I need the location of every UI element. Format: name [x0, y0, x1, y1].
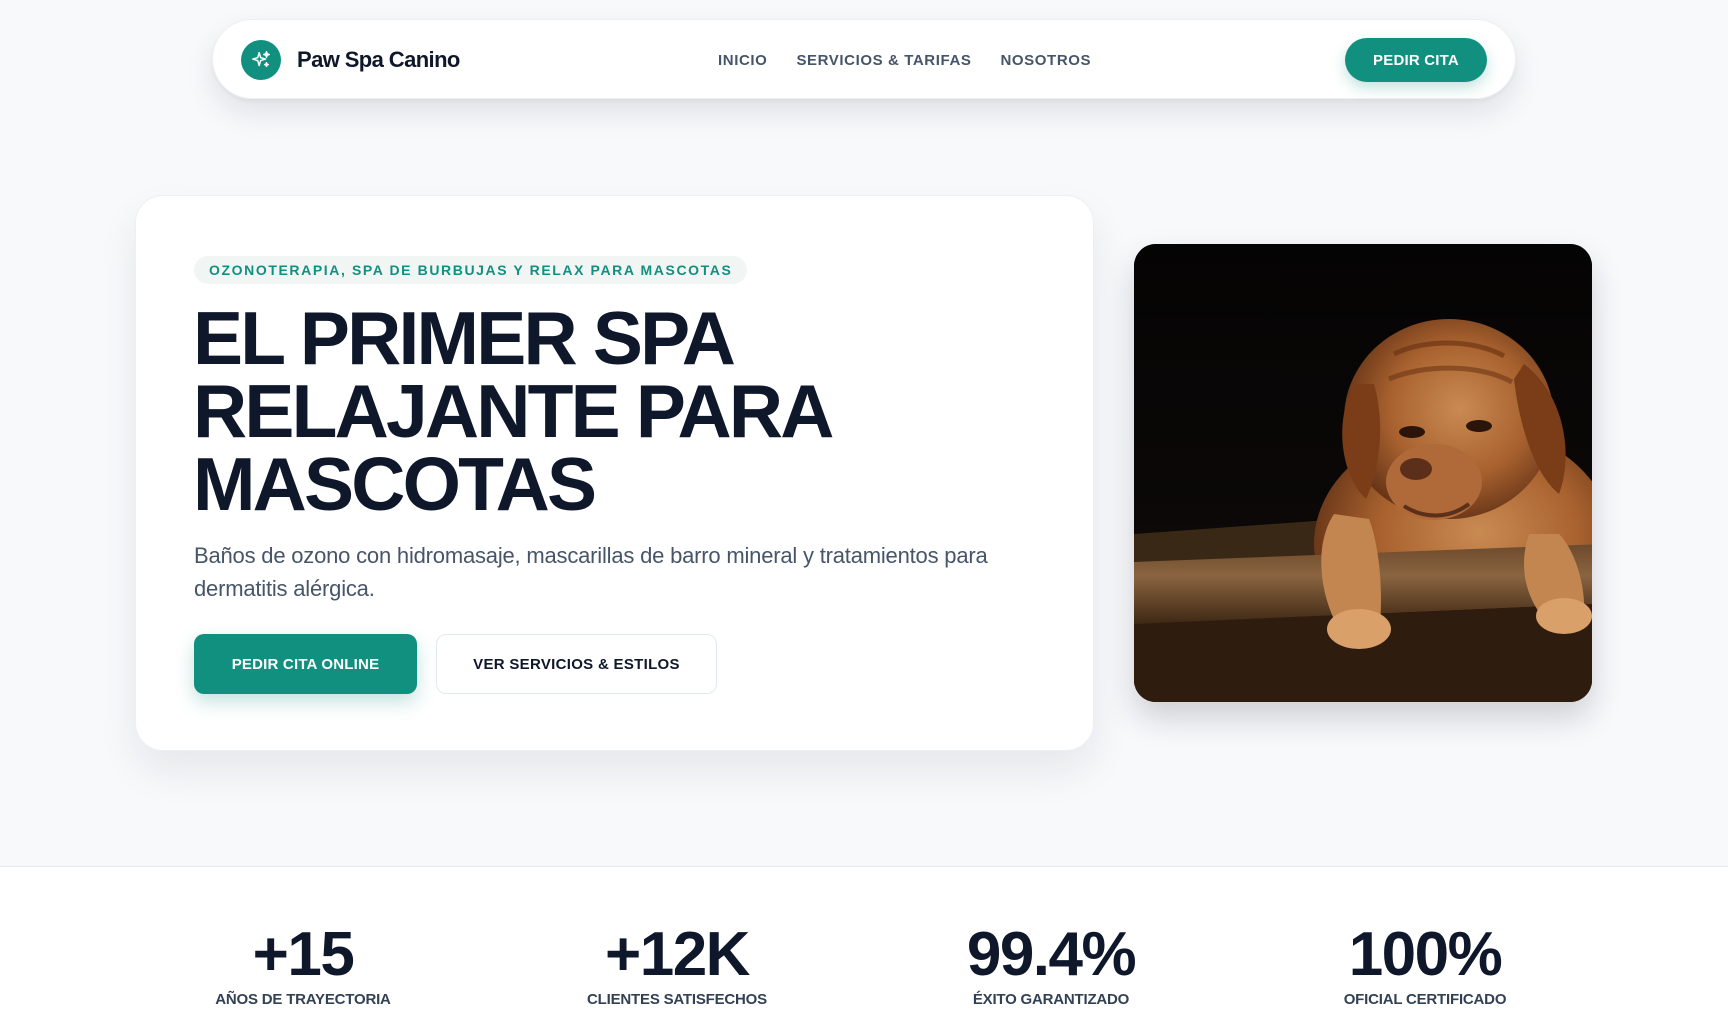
- stat-certified: 100% OFICIAL CERTIFICADO: [1275, 920, 1575, 1009]
- hero-eyebrow-badge: OZONOTERAPIA, SPA DE BURBUJAS Y RELAX PA…: [194, 256, 748, 284]
- stat-value: +12K: [605, 920, 750, 989]
- nav-link-inicio[interactable]: INICIO: [718, 52, 767, 69]
- stat-years: +15 AÑOS DE TRAYECTORIA: [153, 920, 453, 1009]
- stat-label: CLIENTES SATISFECHOS: [587, 991, 767, 1008]
- view-services-button[interactable]: VER SERVICIOS & ESTILOS: [436, 634, 717, 694]
- hero-title: EL PRIMER SPA RELAJANTE PARA MASCOTAS: [193, 296, 913, 526]
- puppy-photo: [1134, 244, 1592, 702]
- hero-title-line: MASCOTAS: [193, 442, 597, 526]
- stat-clients: +12K CLIENTES SATISFECHOS: [527, 920, 827, 1009]
- book-online-button[interactable]: PEDIR CITA ONLINE: [194, 634, 417, 694]
- main-nav: INICIO SERVICIOS & TARIFAS NOSOTROS: [718, 20, 1120, 100]
- stat-success: 99.4% ÉXITO GARANTIZADO: [901, 920, 1201, 1009]
- top-navbar: Paw Spa Canino INICIO SERVICIOS & TARIFA…: [212, 19, 1516, 99]
- brand-name: Paw Spa Canino: [297, 47, 460, 72]
- stats-band: +15 AÑOS DE TRAYECTORIA +12K CLIENTES SA…: [0, 867, 1728, 1020]
- nav-link-nosotros[interactable]: NOSOTROS: [1000, 52, 1091, 69]
- stat-value: 99.4%: [966, 920, 1137, 989]
- nav-book-appointment-button[interactable]: PEDIR CITA: [1345, 38, 1487, 82]
- nav-link-servicios-tarifas[interactable]: SERVICIOS & TARIFAS: [796, 52, 971, 69]
- brand-logo[interactable]: Paw Spa Canino: [241, 40, 460, 80]
- sparkles-icon: [241, 40, 281, 80]
- stat-value: 100%: [1348, 920, 1503, 989]
- hero-card: OZONOTERAPIA, SPA DE BURBUJAS Y RELAX PA…: [135, 195, 1094, 751]
- hero-description: Baños de ozono con hidromasaje, mascaril…: [194, 543, 988, 601]
- stat-label: OFICIAL CERTIFICADO: [1343, 991, 1507, 1008]
- stat-label: ÉXITO GARANTIZADO: [972, 991, 1130, 1008]
- stat-label: AÑOS DE TRAYECTORIA: [215, 991, 391, 1008]
- hero-title-line: RELAJANTE PARA: [193, 369, 834, 453]
- stat-value: +15: [252, 920, 355, 989]
- hero-title-line: EL PRIMER SPA: [193, 296, 736, 380]
